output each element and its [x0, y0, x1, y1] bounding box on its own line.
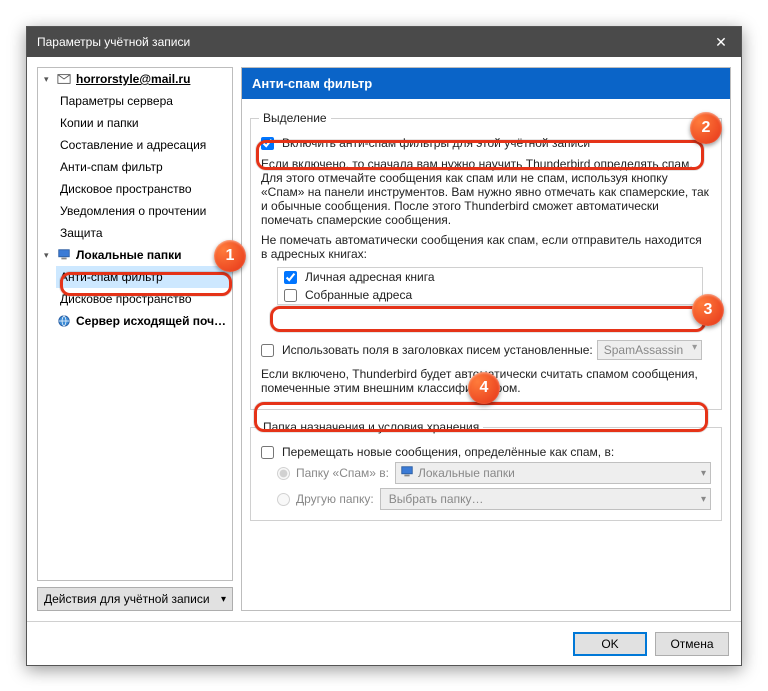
- enable-junk-description: Если включено, то сначала вам нужно науч…: [261, 157, 711, 227]
- section-legend: Выделение: [259, 111, 331, 125]
- checkbox-label: Использовать поля в заголовках писем уст…: [282, 343, 593, 357]
- move-junk-checkbox[interactable]: Перемещать новые сообщения, определённые…: [259, 444, 713, 460]
- chevron-down-icon: ▾: [221, 594, 226, 605]
- button-label: Действия для учётной записи: [44, 592, 210, 606]
- window-body: ▾ horrorstyle@mail.ru Параметры сервера …: [27, 57, 741, 621]
- chevron-down-icon[interactable]: ▾: [44, 245, 56, 265]
- computer-icon: [56, 247, 72, 263]
- chevron-down-icon[interactable]: ▾: [44, 69, 56, 89]
- junk-folder-select-1[interactable]: Локальные папки ▾: [395, 462, 711, 484]
- main-panel: Анти-спам фильтр Выделение Включить анти…: [241, 67, 731, 611]
- globe-icon: [56, 313, 72, 329]
- ok-button[interactable]: OK: [573, 632, 647, 656]
- checkbox-label: Личная адресная книга: [305, 270, 435, 284]
- checkbox[interactable]: [261, 446, 274, 459]
- titlebar: Параметры учётной записи ✕: [27, 27, 741, 57]
- enable-junk-checkbox[interactable]: Включить анти-спам фильтры для этой учёт…: [259, 135, 713, 151]
- dialog-footer: OK Отмена: [27, 621, 741, 665]
- window-title: Параметры учётной записи: [37, 35, 701, 49]
- select-value: Выбрать папку…: [389, 492, 484, 506]
- headers-description: Если включено, Thunderbird будет автомат…: [261, 367, 711, 395]
- close-icon[interactable]: ✕: [701, 27, 741, 57]
- address-book-list: Личная адресная книга Собранные адреса: [277, 267, 703, 305]
- book-personal[interactable]: Личная адресная книга: [278, 268, 702, 286]
- chevron-down-icon: ▾: [701, 468, 706, 479]
- select-value: Локальные папки: [418, 466, 515, 480]
- tree-item-local-junk[interactable]: Анти-спам фильтр: [56, 266, 232, 288]
- headers-select[interactable]: SpamAssassin: [597, 340, 702, 360]
- book-collected[interactable]: Собранные адреса: [278, 286, 702, 304]
- section-selection: Выделение Включить анти-спам фильтры для…: [250, 111, 722, 410]
- checkbox-label: Перемещать новые сообщения, определённые…: [282, 445, 614, 459]
- tree-item-receipts[interactable]: Уведомления о прочтении: [56, 200, 232, 222]
- checkbox[interactable]: [284, 289, 297, 302]
- tree-account[interactable]: ▾ horrorstyle@mail.ru: [42, 68, 232, 90]
- cancel-button[interactable]: Отмена: [655, 632, 729, 656]
- tree-outgoing[interactable]: Сервер исходящей поч…: [42, 310, 232, 332]
- tree-item-junk[interactable]: Анти-спам фильтр: [56, 156, 232, 178]
- tree-item-local-disk[interactable]: Дисковое пространство: [56, 288, 232, 310]
- radio-label: Папку «Спам» в:: [296, 466, 389, 480]
- trust-headers-row[interactable]: Использовать поля в заголовках писем уст…: [259, 339, 713, 361]
- checkbox[interactable]: [284, 271, 297, 284]
- checkbox[interactable]: [261, 137, 274, 150]
- tree-item-security[interactable]: Защита: [56, 222, 232, 244]
- sidebar: ▾ horrorstyle@mail.ru Параметры сервера …: [37, 67, 233, 611]
- chevron-down-icon: ▾: [701, 494, 706, 505]
- tree-item-server[interactable]: Параметры сервера: [56, 90, 232, 112]
- radio[interactable]: [277, 493, 290, 506]
- section-legend: Папка назначения и условия хранения: [259, 420, 483, 434]
- computer-icon: [400, 465, 414, 482]
- checkbox[interactable]: [261, 344, 274, 357]
- tree-label: Локальные папки: [74, 245, 184, 265]
- account-actions-button[interactable]: Действия для учётной записи ▾: [37, 587, 233, 611]
- account-tree[interactable]: ▾ horrorstyle@mail.ru Параметры сервера …: [37, 67, 233, 581]
- panel-heading: Анти-спам фильтр: [242, 68, 730, 99]
- tree-item-compose[interactable]: Составление и адресация: [56, 134, 232, 156]
- junk-folder-radio-1[interactable]: Папку «Спам» в: Локальные папки ▾: [259, 460, 713, 486]
- tree-item-copies[interactable]: Копии и папки: [56, 112, 232, 134]
- junk-folder-select-2[interactable]: Выбрать папку… ▾: [380, 488, 711, 510]
- tree-label: Сервер исходящей поч…: [74, 311, 228, 331]
- tree-local-folders[interactable]: ▾ Локальные папки: [42, 244, 232, 266]
- checkbox-label: Собранные адреса: [305, 288, 412, 302]
- tree-label: horrorstyle@mail.ru: [74, 69, 192, 89]
- panel-content: Выделение Включить анти-спам фильтры для…: [242, 99, 730, 539]
- checkbox-label: Включить анти-спам фильтры для этой учёт…: [282, 136, 590, 150]
- section-destination: Папка назначения и условия хранения Пере…: [250, 420, 722, 521]
- junk-folder-radio-2[interactable]: Другую папку: Выбрать папку… ▾: [259, 486, 713, 512]
- radio-label: Другую папку:: [296, 492, 374, 506]
- account-settings-window: Параметры учётной записи ✕ ▾ horrorstyle…: [26, 26, 742, 666]
- radio[interactable]: [277, 467, 290, 480]
- whitelist-label: Не помечать автоматически сообщения как …: [261, 233, 711, 261]
- tree-item-disk[interactable]: Дисковое пространство: [56, 178, 232, 200]
- mail-icon: [56, 71, 72, 87]
